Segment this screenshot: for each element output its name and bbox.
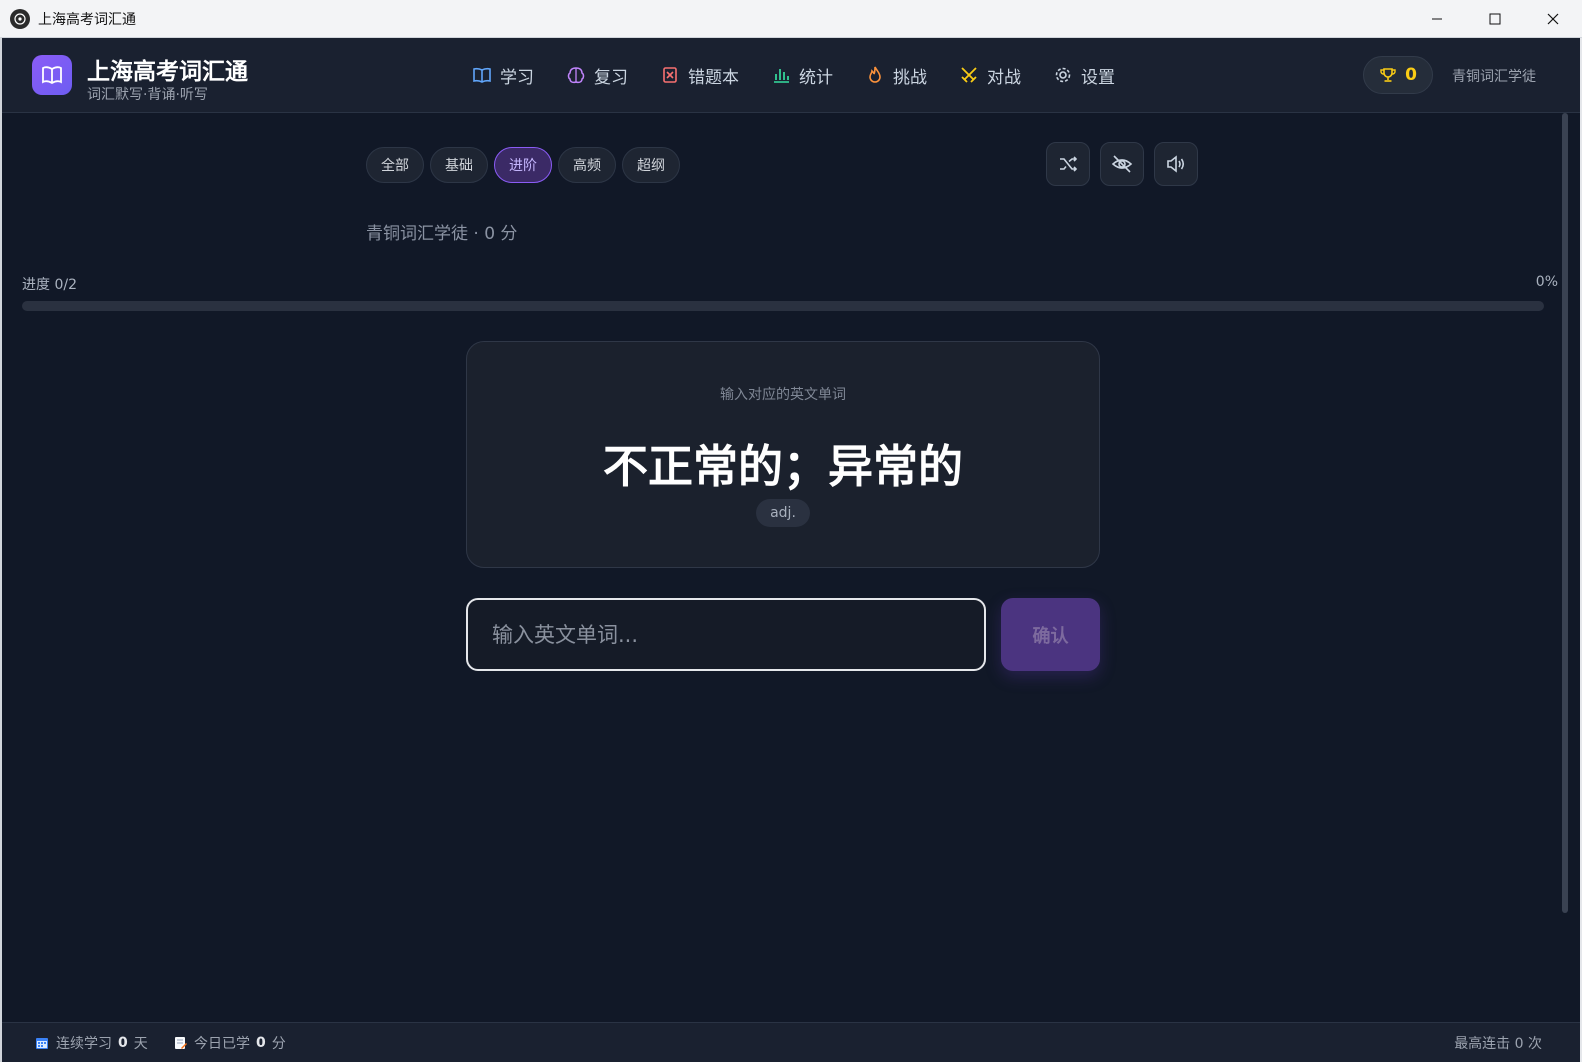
category-filters: 全部 基础 进阶 高频 超纲 (366, 147, 680, 183)
close-icon (1547, 13, 1559, 25)
nav-review[interactable]: 复习 (566, 62, 628, 88)
streak-stat: 连续学习 0 天 (34, 1033, 148, 1053)
flame-icon (869, 66, 881, 83)
nav-settings-label: 设置 (1081, 67, 1115, 88)
filter-all[interactable]: 全部 (366, 147, 424, 183)
word-meaning: 不正常的；异常的 (602, 440, 963, 493)
gear-icon (1055, 67, 1071, 83)
progress-percent: 0% (1535, 274, 1558, 290)
minimize-icon (1432, 18, 1442, 20)
volume-icon (1167, 155, 1185, 173)
nav-stats[interactable]: 统计 (771, 62, 833, 88)
app-logo (32, 55, 72, 95)
trophy-icon (1380, 68, 1396, 82)
card-hint: 输入对应的英文单词 (720, 387, 846, 403)
brand-subtitle: 词汇默写·背诵·听写 (87, 87, 208, 103)
window-title: 上海高考词汇通 (38, 11, 136, 28)
best-combo-stat: 最高连击 0 次 (1454, 1033, 1542, 1053)
filter-advanced[interactable]: 进阶 (494, 147, 552, 183)
progress-bar (22, 301, 1544, 311)
book-logo-icon (42, 66, 62, 85)
brand-title: 上海高考词汇通 (87, 59, 248, 85)
swords-icon (961, 67, 977, 83)
minimize-button[interactable] (1408, 0, 1466, 38)
app-header: 上海高考词汇通 词汇默写·背诵·听写 学习 复习 错题本 统计 挑战 对战 设置… (2, 38, 1580, 113)
filter-beyond-syllabus[interactable]: 超纲 (622, 147, 680, 183)
rank-score-line: 青铜词汇学徒 · 0 分 (366, 224, 518, 244)
streak-prefix: 连续学习 (56, 1036, 112, 1052)
window-border-left (0, 38, 2, 1062)
nav-learn-label: 学习 (500, 67, 534, 88)
shuffle-button[interactable] (1046, 142, 1090, 186)
status-bar: 连续学习 0 天 今日已学 0 分 最高连击 0 次 (2, 1022, 1580, 1062)
score-badge[interactable]: 0 (1363, 56, 1433, 94)
calendar-icon (36, 1038, 48, 1049)
main-nav: 学习 复习 错题本 统计 挑战 对战 设置 (472, 62, 1147, 88)
confirm-button[interactable]: 确认 (1001, 598, 1100, 671)
x-square-icon (663, 67, 677, 83)
pronounce-button[interactable] (1154, 142, 1198, 186)
toolbar (1046, 142, 1198, 186)
nav-settings[interactable]: 设置 (1053, 62, 1115, 88)
today-stat: 今日已学 0 分 (172, 1033, 286, 1053)
filter-frequent[interactable]: 高频 (558, 147, 616, 183)
nav-review-label: 复习 (594, 67, 628, 88)
hide-answer-button[interactable] (1100, 142, 1144, 186)
best-combo: 最高连击 0 次 (1454, 1036, 1542, 1052)
nav-stats-label: 统计 (799, 67, 833, 88)
score-value: 0 (1405, 65, 1417, 85)
maximize-button[interactable] (1466, 0, 1524, 38)
scrollbar[interactable] (1562, 113, 1568, 913)
nav-challenge[interactable]: 挑战 (865, 62, 927, 88)
answer-input[interactable] (466, 598, 986, 671)
nav-battle-label: 对战 (987, 67, 1021, 88)
nav-learn[interactable]: 学习 (472, 62, 534, 88)
progress-label: 进度 0/2 (22, 277, 77, 293)
window-titlebar: 上海高考词汇通 (0, 0, 1582, 38)
book-open-icon (473, 67, 491, 83)
shuffle-icon (1060, 156, 1078, 172)
close-button[interactable] (1524, 0, 1582, 38)
nav-challenge-label: 挑战 (893, 67, 927, 88)
word-card: 输入对应的英文单词 不正常的；异常的 adj. (466, 341, 1100, 568)
eye-off-icon (1111, 155, 1133, 173)
streak-unit: 天 (133, 1036, 148, 1052)
app-icon (10, 8, 30, 29)
today-value: 0 (256, 1035, 266, 1051)
filter-basic[interactable]: 基础 (430, 147, 488, 183)
today-unit: 分 (271, 1036, 286, 1052)
brain-icon (567, 67, 585, 84)
nav-battle[interactable]: 对战 (959, 62, 1021, 88)
nav-mistakes[interactable]: 错题本 (660, 62, 739, 88)
user-rank: 青铜词汇学徒 (1452, 69, 1536, 85)
today-prefix: 今日已学 (194, 1036, 250, 1052)
nav-mistakes-label: 错题本 (688, 67, 739, 88)
bar-chart-icon (774, 69, 789, 83)
streak-value: 0 (118, 1035, 128, 1051)
part-of-speech-badge: adj. (756, 499, 810, 527)
maximize-icon (1489, 13, 1501, 25)
memo-icon (175, 1037, 187, 1049)
